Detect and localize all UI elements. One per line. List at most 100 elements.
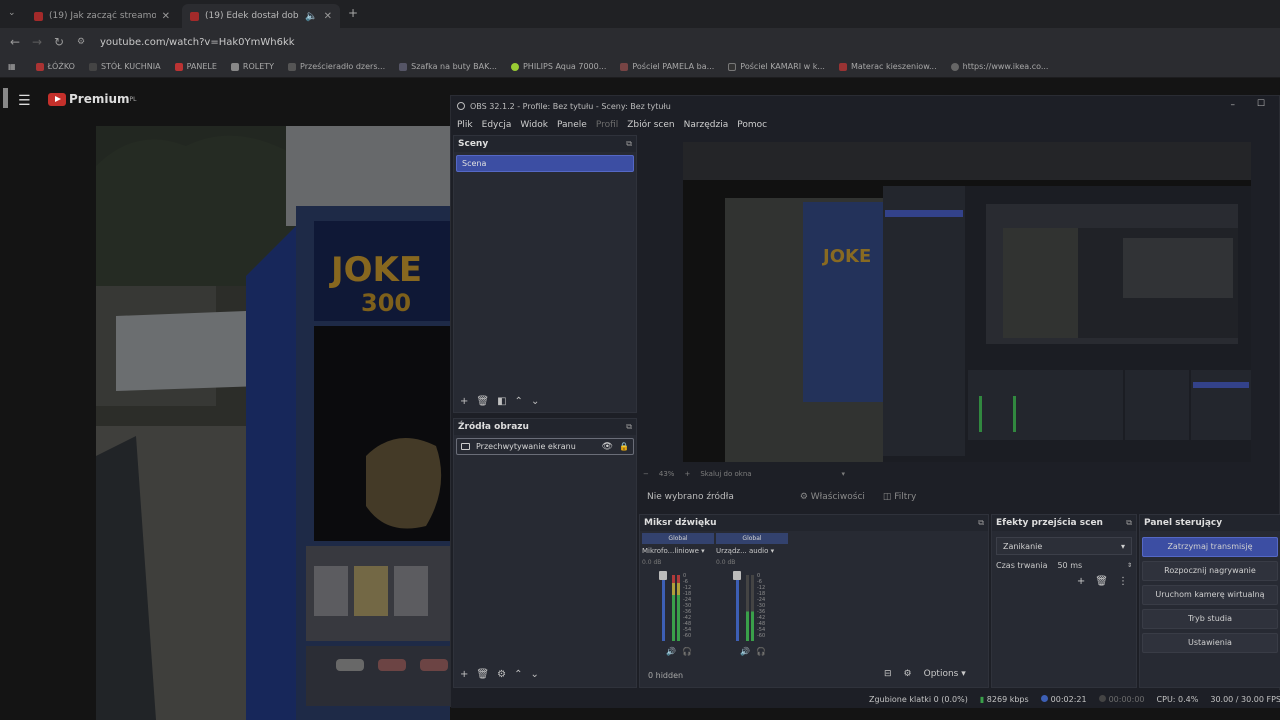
menu-widok[interactable]: Widok (520, 120, 548, 130)
bookmark-item[interactable]: https://www.ikea.co... (950, 62, 1048, 71)
menu-edycja[interactable]: Edycja (482, 120, 512, 130)
filters-button[interactable]: ◫ Filtry (883, 492, 916, 502)
zoom-in-icon[interactable]: + (684, 470, 690, 478)
dock-popout-icon[interactable]: ⧉ (978, 518, 984, 528)
add-transition-icon[interactable]: + (1077, 576, 1085, 587)
move-down-icon[interactable]: ⌄ (531, 396, 539, 407)
youtube-play-icon (48, 92, 66, 106)
headphones-icon[interactable]: 🎧 (756, 647, 766, 656)
menu-panele[interactable]: Panele (557, 120, 587, 130)
scene-filters-icon[interactable]: ◧ (497, 396, 506, 407)
menu-pomoc[interactable]: Pomoc (737, 120, 767, 130)
speaker-icon[interactable]: 🔊 (740, 647, 750, 656)
obs-window: OBS 32.1.2 - Profile: Bez tytułu - Sceny… (450, 95, 1280, 708)
volume-slider-handle[interactable] (733, 571, 741, 580)
visibility-eye-icon[interactable]: 👁 (602, 442, 613, 452)
close-tab-icon[interactable]: ✕ (162, 11, 170, 22)
bookmark-item[interactable]: PHILIPS Aqua 7000... (510, 62, 606, 71)
youtube-logo[interactable]: Premium PL (48, 92, 136, 106)
volume-slider-track[interactable] (662, 577, 665, 641)
channel-name[interactable]: Urządz... audio ▾ (716, 547, 788, 555)
reload-icon[interactable]: ↻ (48, 35, 70, 49)
studio-mode-button[interactable]: Tryb studia (1142, 609, 1278, 629)
back-icon[interactable]: ← (4, 35, 26, 49)
site-info-icon[interactable]: ⚙ (70, 37, 92, 47)
dock-popout-icon[interactable]: ⧉ (626, 139, 632, 149)
menu-profil[interactable]: Profil (596, 120, 618, 130)
menu-narzedzia[interactable]: Narzędzia (684, 120, 729, 130)
apps-grid-icon[interactable]: ▦ (8, 62, 16, 71)
hamburger-menu-icon[interactable]: ☰ (18, 93, 31, 109)
zoom-dropdown-icon[interactable]: ▾ (842, 470, 846, 478)
menu-plik[interactable]: Plik (457, 120, 473, 130)
channel-name[interactable]: Mikrofo...liniowe ▾ (642, 547, 714, 555)
properties-button[interactable]: ⚙ Właściwości (800, 492, 865, 502)
source-item[interactable]: Przechwytywanie ekranu 👁 🔒 (456, 438, 634, 455)
transition-more-icon[interactable]: ⋮ (1118, 576, 1128, 587)
delete-transition-icon[interactable]: 🗑 (1095, 576, 1108, 587)
address-bar: ← → ↻ ⚙ youtube.com/watch?v=Hak0YmWh6kk (0, 28, 1280, 56)
duration-input[interactable]: 50 ms (1057, 561, 1127, 570)
zoom-mode[interactable]: Skaluj do okna (700, 470, 751, 478)
dock-popout-icon[interactable]: ⧉ (1126, 518, 1132, 528)
speaker-icon[interactable]: 🔊 (666, 647, 676, 656)
delete-scene-icon[interactable]: 🗑 (476, 396, 489, 407)
bookmark-item[interactable]: PANELE (174, 62, 217, 71)
start-recording-button[interactable]: Rozpocznij nagrywanie (1142, 561, 1278, 581)
move-up-icon[interactable]: ⌃ (514, 669, 522, 680)
forward-icon[interactable]: → (26, 35, 48, 49)
bookmark-item[interactable]: Szafka na buty BAK... (399, 62, 497, 71)
tab-search-chevron-icon[interactable]: ⌄ (8, 8, 16, 18)
bookmark-item[interactable]: Pościel KAMARI w k... (728, 62, 825, 71)
bookmark-item[interactable]: Pościel PAMELA ba... (620, 62, 714, 71)
move-up-icon[interactable]: ⌃ (515, 396, 523, 407)
delete-source-icon[interactable]: 🗑 (476, 669, 489, 680)
bookmark-item[interactable]: Prześcieradło dzers... (288, 62, 385, 71)
bookmark-item[interactable]: ŁÓŻKO (35, 62, 75, 71)
transition-select[interactable]: Zanikanie ▾ (996, 537, 1132, 555)
move-down-icon[interactable]: ⌄ (530, 669, 538, 680)
scene-transitions-dock: Efekty przejścia scen ⧉ Zanikanie ▾ Czas t… (991, 514, 1137, 688)
dock-popout-icon[interactable]: ⧉ (626, 422, 632, 432)
tab-1[interactable]: (19) Jak zacząć streamować Ko ✕ (26, 4, 178, 28)
channel-dropdown-icon[interactable]: ▾ (771, 547, 775, 555)
lock-icon[interactable]: 🔒 (619, 442, 629, 451)
tab-2[interactable]: (19) Edek dostał dobrą pre 🔈 ✕ (182, 4, 340, 28)
new-tab-button[interactable]: + (348, 6, 358, 20)
source-properties-gear-icon[interactable]: ⚙ (497, 669, 506, 680)
bookmark-item[interactable]: ROLETY (230, 62, 274, 71)
bookmark-item[interactable]: Materac kieszeniow... (838, 62, 937, 71)
duration-stepper-icon[interactable]: ⇕ (1127, 562, 1132, 569)
bookmarks-bar: ▦ ŁÓŻKO STÓŁ KUCHNIA PANELE ROLETY Prześ… (0, 56, 1280, 78)
record-indicator-icon (1098, 694, 1106, 702)
mixer-layout-icon[interactable]: ⊟ (884, 669, 892, 679)
bookmark-icon (88, 62, 97, 71)
add-source-icon[interactable]: + (460, 669, 468, 680)
add-scene-icon[interactable]: + (460, 396, 468, 407)
start-virtual-camera-button[interactable]: Uruchom kamerę wirtualną (1142, 585, 1278, 605)
stop-streaming-button[interactable]: Zatrzymaj transmisję (1142, 537, 1278, 557)
video-player[interactable]: JOKE 300 (96, 126, 450, 720)
volume-slider-handle[interactable] (659, 571, 667, 580)
scenes-dock: Sceny ⧉ Scena + 🗑 ◧ ⌃ ⌄ (453, 135, 637, 413)
globe-icon (950, 62, 959, 71)
channel-dropdown-icon[interactable]: ▾ (701, 547, 705, 555)
preview-canvas[interactable]: JOKE (683, 142, 1251, 462)
minimize-icon[interactable]: – (1231, 100, 1236, 110)
settings-button[interactable]: Ustawienia (1142, 633, 1278, 653)
close-tab-icon[interactable]: ✕ (324, 11, 332, 22)
bookmark-icon (230, 62, 239, 71)
options-menu[interactable]: Options ▾ (924, 669, 966, 679)
menu-zbior-scen[interactable]: Zbiór scen (627, 120, 674, 130)
duration-row: Czas trwania 50 ms ⇕ (996, 561, 1132, 570)
scene-item[interactable]: Scena (456, 155, 634, 172)
headphones-icon[interactable]: 🎧 (682, 647, 692, 656)
maximize-icon[interactable]: ☐ (1257, 99, 1265, 109)
bookmark-item[interactable]: STÓŁ KUCHNIA (88, 62, 161, 71)
zoom-out-icon[interactable]: − (643, 470, 649, 478)
url-field[interactable]: youtube.com/watch?v=Hak0YmWh6kk (100, 37, 295, 48)
mute-tab-icon[interactable]: 🔈 (305, 11, 317, 22)
channel-controls: 🔊 🎧 (666, 647, 692, 656)
mixer-settings-icon[interactable]: ⚙ (904, 669, 912, 679)
volume-slider-track[interactable] (736, 577, 739, 641)
